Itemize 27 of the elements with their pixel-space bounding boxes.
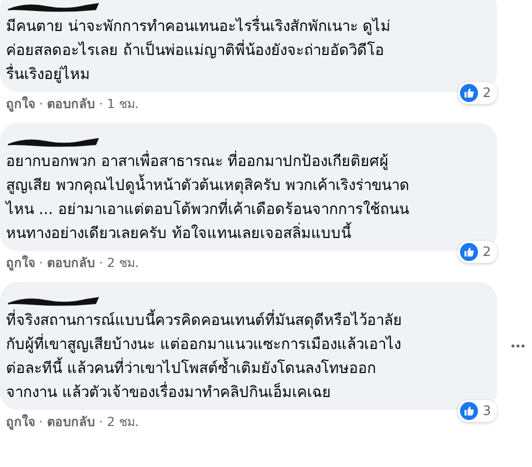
reaction-count-badge[interactable]: 2	[458, 241, 497, 263]
timestamp[interactable]: 2 ชม.	[106, 254, 139, 272]
timestamp[interactable]: 1 ชม.	[106, 95, 139, 113]
reply-link[interactable]: ตอบกลับ	[46, 254, 95, 272]
like-link[interactable]: ถูกใจ	[6, 95, 35, 113]
thumbs-up-icon	[460, 243, 478, 261]
separator-dot: ·	[98, 413, 103, 431]
separator-dot: ·	[39, 95, 43, 113]
thumbs-up-icon	[460, 402, 478, 420]
thumbs-up-icon	[460, 84, 478, 102]
reaction-count: 3	[482, 404, 491, 418]
reaction-count-badge[interactable]: 2	[458, 82, 497, 104]
reply-link[interactable]: ตอบกลับ	[46, 95, 95, 113]
separator-dot: ·	[39, 413, 43, 431]
timestamp[interactable]: 2 ชม.	[106, 413, 139, 431]
separator-dot: ·	[98, 254, 103, 272]
separator-dot: ·	[39, 254, 43, 272]
separator-dot: ·	[98, 95, 103, 113]
comment-text: ที่จริงสถานการณ์แบบนี้ควรคิดคอนเทนต์ที่มันสดุดีหรือไว้อาลัย กับผู้ที่เขาสูญเสียบ้างนะ แต่ออกมาแนวแซะการเมืองแล้วเอาไง ต่อละทีนี้ แล้วคนที่ว่าเขาไปโพสต์ซ้ำเติมยังโดนลงโทษออก จากงาน แล้วตัวเจ้าของเรื่องมาทำคลิปกินเอ็มเคเฉย	[6, 308, 403, 403]
reaction-count-badge[interactable]: 3	[458, 400, 497, 422]
reaction-count: 2	[482, 244, 491, 260]
like-link[interactable]: ถูกใจ	[6, 413, 35, 431]
reaction-count: 2	[482, 86, 491, 100]
like-link[interactable]: ถูกใจ	[6, 254, 35, 272]
comment-text: อยากบอกพวก อาสาเพื่อสาธารณะ ที่ออกมาปกป้องเกียติยศผู้ สูญเสีย พวกคุณไปดูน้ำหน้าตัวต้นเหตุสิครับ พวกเค้าเริงร่าขนาด ไหน ... อย่ามาเอาแต่ตอบโต้พวกที่เค้าเดือดร้อนจากการใช้ถนน หนทางอย่างเดียวเลยครับ ท้อใจแทนเลยเจอสลิ่มแบบนี้	[6, 150, 411, 244]
reply-link[interactable]: ตอบกลับ	[46, 413, 95, 431]
comment-text: มีคนตาย น่าจะพักการทำคอนเทนอะไรรื่นเริงสักพักเนาะ ดูไม่ ค่อยสลดอะไรเลย ถ้าเป็นพ่อแม่ญาติพี่น้องยังจะถ่ายอัดวิดีโอ รื่นเริงอยู่ไหม	[6, 14, 392, 85]
